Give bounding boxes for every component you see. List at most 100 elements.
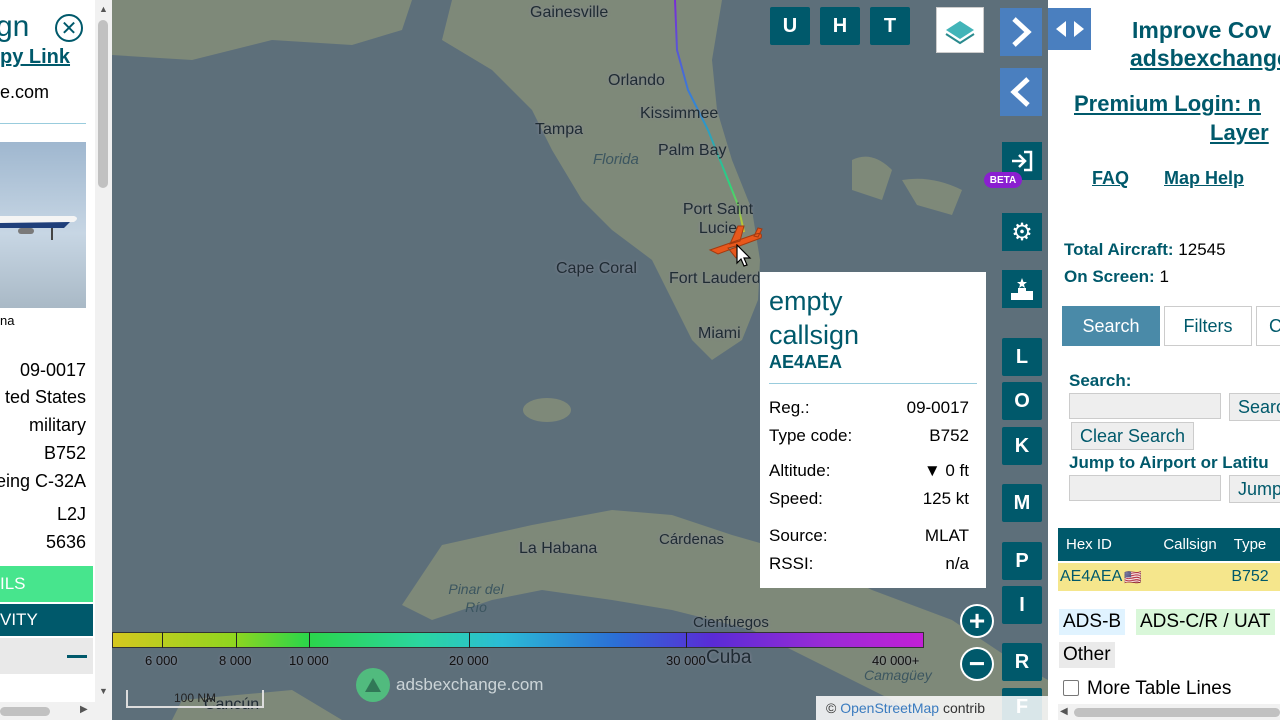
aircraft-detail-value: 09-0017	[19, 360, 86, 380]
map-help-link[interactable]: Map Help	[1164, 168, 1244, 189]
next-button[interactable]	[1000, 8, 1042, 56]
aircraft-photo[interactable]	[0, 142, 86, 308]
table-header: Hex ID Callsign Type	[1058, 528, 1280, 561]
city-gainesville: Gainesville	[530, 4, 609, 21]
city-cape-coral: Cape Coral	[556, 260, 637, 277]
left-scrollbar[interactable]: ▲ ▼	[95, 0, 112, 720]
premium-login-link[interactable]: Premium Login: n	[1074, 91, 1261, 117]
col-type[interactable]: Type	[1226, 528, 1274, 561]
expand-arrows-icon	[1055, 21, 1084, 37]
toggle-sidebar-button[interactable]	[1048, 8, 1091, 50]
city-miami: Miami	[698, 325, 741, 342]
faq-link[interactable]: FAQ	[1092, 168, 1129, 189]
legend-adsb: ADS-B	[1059, 609, 1126, 635]
city-cardenas: Cárdenas	[659, 531, 725, 548]
toggle-u-button[interactable]: U	[770, 7, 810, 45]
toggle-t-button[interactable]: T	[870, 7, 910, 45]
scroll-down-icon[interactable]: ▼	[99, 686, 108, 696]
adsbexchange-link[interactable]: adsbexchange	[1130, 45, 1280, 72]
plus-icon: +	[962, 606, 992, 636]
altitude-label-8000: 8 000	[219, 653, 252, 668]
toggle-i-button[interactable]: I	[1002, 586, 1042, 624]
right-scroll-thumb[interactable]	[1074, 708, 1280, 717]
popup-callsign-line2: callsign	[769, 320, 860, 350]
adsbx-logo-icon	[356, 668, 390, 702]
right-horizontal-scrollbar[interactable]: ◀	[1058, 704, 1280, 720]
zoom-in-button[interactable]: +	[960, 604, 994, 638]
prev-button[interactable]	[1000, 68, 1042, 116]
ranking-button[interactable]	[1002, 270, 1042, 308]
improve-coverage-title: Improve Cov	[1132, 17, 1272, 43]
toggle-k-button[interactable]: K	[1002, 427, 1042, 465]
altitude-label-6000: 6 000	[145, 653, 178, 668]
aircraft-detail-value: B752	[43, 443, 86, 463]
toggle-h-button[interactable]: H	[820, 7, 860, 45]
jump-input[interactable]	[1069, 475, 1221, 501]
jump-label: Jump to Airport or Latitu	[1069, 453, 1269, 472]
col-flag[interactable]	[1124, 528, 1154, 561]
podium-icon	[1011, 278, 1033, 300]
aircraft-detail-value: eing C-32A	[0, 471, 86, 491]
copy-link[interactable]: py Link	[0, 46, 70, 69]
search-input[interactable]	[1069, 393, 1221, 419]
popup-value: n/a	[945, 554, 969, 573]
city-cienfuegos: Cienfuegos	[693, 614, 769, 631]
layers-button[interactable]	[936, 7, 984, 53]
aircraft-detail-value: military	[29, 415, 86, 435]
legend-adsc: ADS-C/R / UAT	[1136, 609, 1275, 635]
popup-label: Altitude:	[769, 461, 831, 480]
zoom-out-button[interactable]: −	[960, 647, 994, 681]
beta-badge: BETA	[984, 172, 1022, 188]
tab-other[interactable]: C	[1256, 306, 1280, 346]
search-button[interactable]: Search	[1229, 393, 1280, 421]
region-pinar-del-rio: Pinar del Río	[448, 581, 504, 615]
tab-filters[interactable]: Filters	[1164, 306, 1252, 346]
premium-layer-link[interactable]: Layer	[1210, 120, 1269, 146]
country-cuba: Cuba	[706, 647, 752, 668]
osm-link[interactable]: OpenStreetMap	[840, 700, 939, 716]
row-hex: AE4AEA	[1060, 568, 1123, 585]
map-view[interactable]: Gainesville Orlando Kissimmee Tampa Flor…	[112, 0, 1048, 720]
scroll-right-icon[interactable]: ▶	[80, 704, 88, 715]
on-screen: On Screen: 1	[1064, 267, 1169, 287]
popup-row-rssi: RSSI: n/a	[769, 554, 969, 574]
popup-label: Speed:	[769, 489, 823, 508]
clear-search-button[interactable]: Clear Search	[1071, 422, 1195, 450]
aircraft-detail-value: ted States	[4, 387, 86, 407]
activity-button[interactable]: VITY	[0, 604, 93, 636]
toggle-m-button[interactable]: M	[1002, 484, 1042, 522]
city-tampa: Tampa	[535, 121, 584, 138]
popup-row-altitude: Altitude: ▼ 0 ft	[769, 461, 969, 481]
col-hex-id[interactable]: Hex ID	[1058, 528, 1122, 561]
legend-other: Other	[1059, 642, 1115, 668]
toggle-l-button[interactable]: L	[1002, 338, 1042, 376]
close-icon[interactable]: ✕	[55, 14, 83, 42]
on-screen-label: On Screen:	[1064, 267, 1155, 286]
toggle-r-button[interactable]: R	[1002, 643, 1042, 681]
popup-divider	[769, 383, 977, 384]
copyright-symbol: ©	[826, 700, 837, 716]
tab-search[interactable]: Search	[1062, 306, 1160, 346]
scroll-left-icon[interactable]: ◀	[1060, 706, 1068, 717]
table-row[interactable]: AE4AEA 🇺🇸 B752	[1058, 563, 1280, 591]
watermark: adsbexchange.com	[356, 668, 543, 702]
settings-button[interactable]: ⚙	[1002, 213, 1042, 251]
altitude-label-30000: 30 000	[666, 653, 706, 668]
more-lines-checkbox[interactable]	[1063, 680, 1079, 696]
attribution-suffix: contrib	[942, 700, 985, 716]
collapse-section[interactable]	[0, 638, 93, 674]
details-button[interactable]: ILS	[0, 566, 93, 602]
col-callsign[interactable]: Callsign	[1156, 528, 1224, 561]
scroll-up-icon[interactable]: ▲	[99, 4, 108, 14]
scroll-thumb[interactable]	[98, 20, 108, 188]
city-orlando: Orlando	[608, 72, 665, 89]
toggle-o-button[interactable]: O	[1002, 382, 1042, 420]
popup-row-reg: Reg.: 09-0017	[769, 398, 969, 418]
aircraft-popup[interactable]: empty callsign AE4AEA Reg.: 09-0017 Type …	[760, 272, 986, 588]
popup-value: 125 kt	[922, 489, 969, 508]
h-scroll-thumb[interactable]	[0, 707, 50, 716]
altitude-label-10000: 10 000	[289, 653, 329, 668]
jump-button[interactable]: Jump	[1229, 475, 1280, 503]
horizontal-scrollbar[interactable]: ▶	[0, 702, 95, 720]
toggle-p-button[interactable]: P	[1002, 542, 1042, 580]
